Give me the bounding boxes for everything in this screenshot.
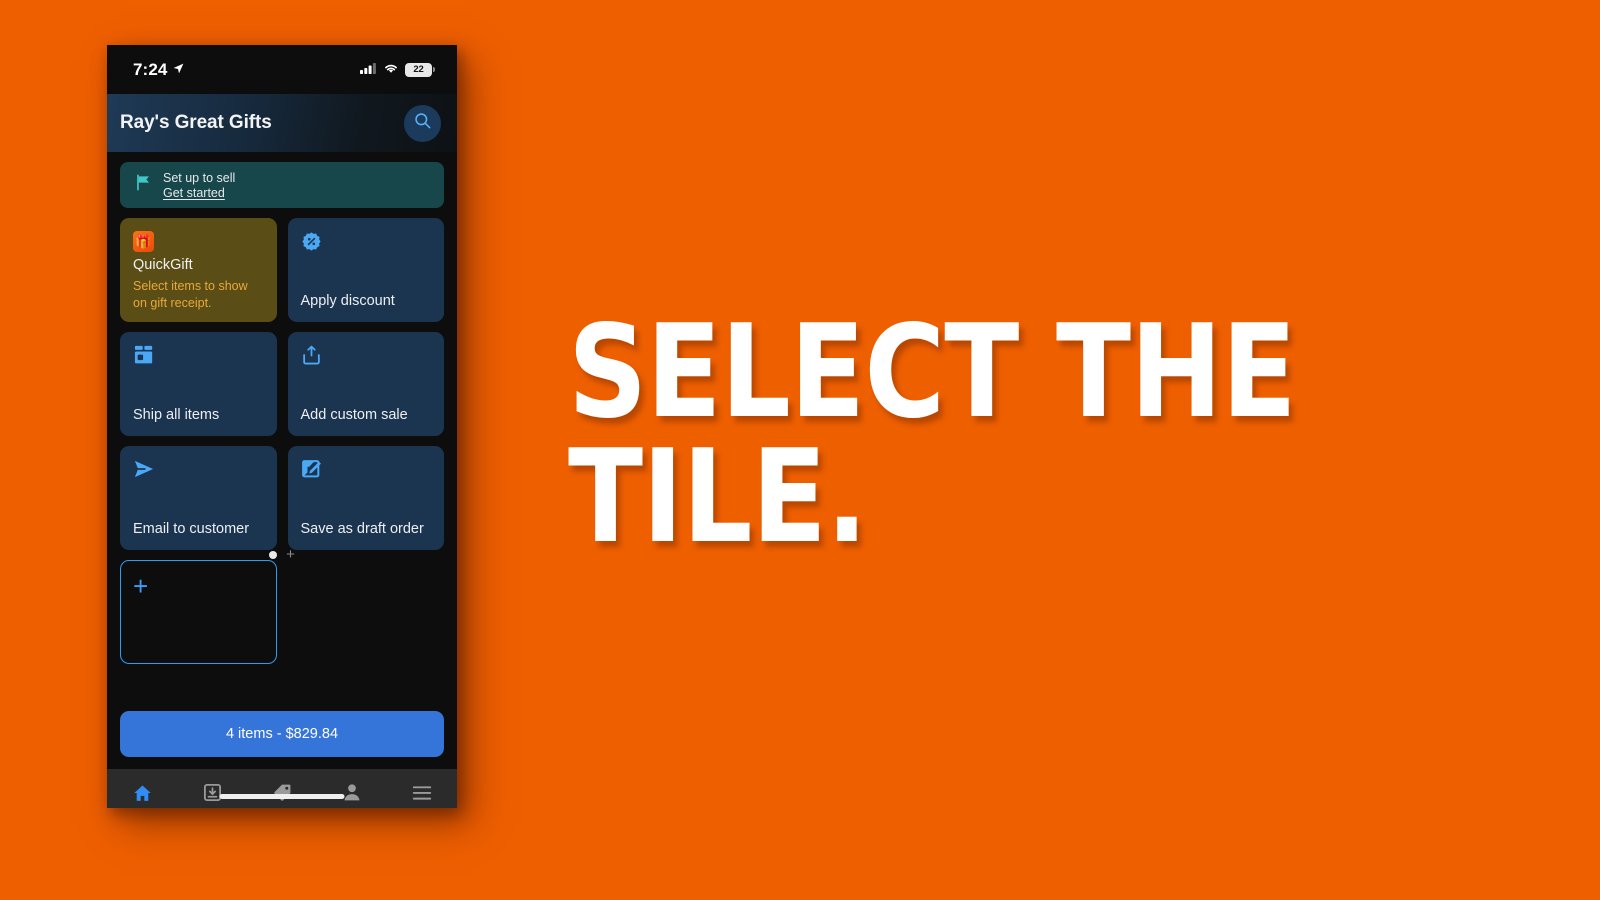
tile-ship-all-items[interactable]: Ship all items [120, 332, 277, 436]
tile-icon-wrap: 🎁 [133, 231, 264, 252]
tab-label: More [411, 807, 433, 808]
upload-box-icon [301, 345, 322, 371]
tab-label: Home [129, 807, 154, 808]
tile-apply-discount[interactable]: Apply discount [287, 218, 444, 322]
tile-label: Email to customer [133, 520, 250, 537]
headline: SELECT THE TILE. [568, 298, 1342, 573]
percent-badge-icon [301, 231, 322, 257]
plus-icon: + [133, 571, 149, 601]
tile-label: QuickGift [133, 257, 193, 273]
battery-indicator: 22 [405, 62, 435, 77]
status-bar-right: 22 [360, 61, 435, 79]
tile-label: Ship all items [133, 406, 220, 423]
tile-label: Apply discount [300, 292, 395, 309]
flag-icon [134, 173, 153, 197]
headline-line-2: TILE. [568, 423, 868, 573]
tab-label: Orders [197, 807, 226, 808]
plus-small-icon[interactable]: + [286, 547, 295, 562]
banner-text: Set up to sell Get started [163, 171, 235, 200]
headline-line-1: SELECT THE [568, 298, 1297, 447]
search-button[interactable] [404, 104, 441, 142]
banner-title: Set up to sell [163, 170, 236, 185]
add-tile-button[interactable]: + [120, 560, 277, 664]
tile-icon-wrap [133, 345, 264, 367]
gift-icon: 🎁 [133, 231, 154, 252]
tile-icon-wrap [301, 345, 432, 367]
status-bar-left: 7:24 [133, 60, 185, 80]
tile-save-as-draft-order[interactable]: Save as draft order [287, 446, 444, 550]
get-started-link[interactable]: Get started [163, 186, 235, 200]
package-box-icon [133, 345, 155, 370]
orders-inbox-icon [203, 783, 222, 802]
home-icon [133, 783, 152, 802]
phone-mockup: 7:24 22 Ray's Great Gifts Set up to sell… [107, 45, 457, 808]
setup-to-sell-banner[interactable]: Set up to sell Get started [120, 162, 444, 208]
tile-email-to-customer[interactable]: Email to customer [120, 446, 277, 550]
tile-add-custom-sale[interactable]: Add custom sale [287, 332, 444, 436]
price-tag-icon [273, 783, 292, 802]
status-bar: 7:24 22 [107, 45, 457, 94]
tile-sublabel: Select items to show on gift receipt. [133, 279, 248, 310]
search-icon [413, 111, 432, 135]
tile-label: Add custom sale [300, 406, 408, 423]
status-time: 7:24 [133, 59, 168, 79]
tab-label: Customers [329, 807, 375, 808]
tile-icon-wrap [133, 459, 264, 481]
person-icon [343, 783, 361, 802]
wifi-icon [383, 61, 399, 79]
home-indicator[interactable] [219, 794, 345, 799]
tile-label: Save as draft order [300, 520, 424, 537]
tile-quickgift[interactable]: 🎁 QuickGift Select items to show on gift… [120, 218, 277, 322]
action-tile-grid: 🎁 QuickGift Select items to show on gift… [120, 218, 444, 664]
tab-more[interactable]: More [387, 783, 457, 808]
location-arrow-icon [172, 60, 185, 80]
send-paper-plane-icon [133, 459, 155, 484]
tile-icon-wrap [301, 459, 432, 481]
battery-level: 22 [405, 62, 432, 77]
hamburger-menu-icon [412, 783, 432, 802]
page-title: Ray's Great Gifts [120, 112, 272, 133]
app-header: Ray's Great Gifts [107, 94, 457, 152]
checkout-cta-button[interactable]: 4 items - $829.84 [120, 711, 444, 757]
tile-icon-wrap [301, 231, 432, 253]
cart-cta-wrap: 4 items - $829.84 [120, 711, 444, 757]
page-dot-1[interactable] [269, 550, 278, 559]
page-indicator: + [107, 547, 457, 562]
edit-square-icon [301, 459, 322, 485]
tab-label: Products [263, 807, 301, 808]
cellular-bars-icon [360, 61, 377, 79]
bottom-tab-bar: Home Orders Products [107, 769, 457, 808]
battery-nub [433, 67, 435, 72]
tab-home[interactable]: Home [107, 783, 177, 808]
home-content: Set up to sell Get started 🎁 QuickGift S… [107, 152, 457, 769]
